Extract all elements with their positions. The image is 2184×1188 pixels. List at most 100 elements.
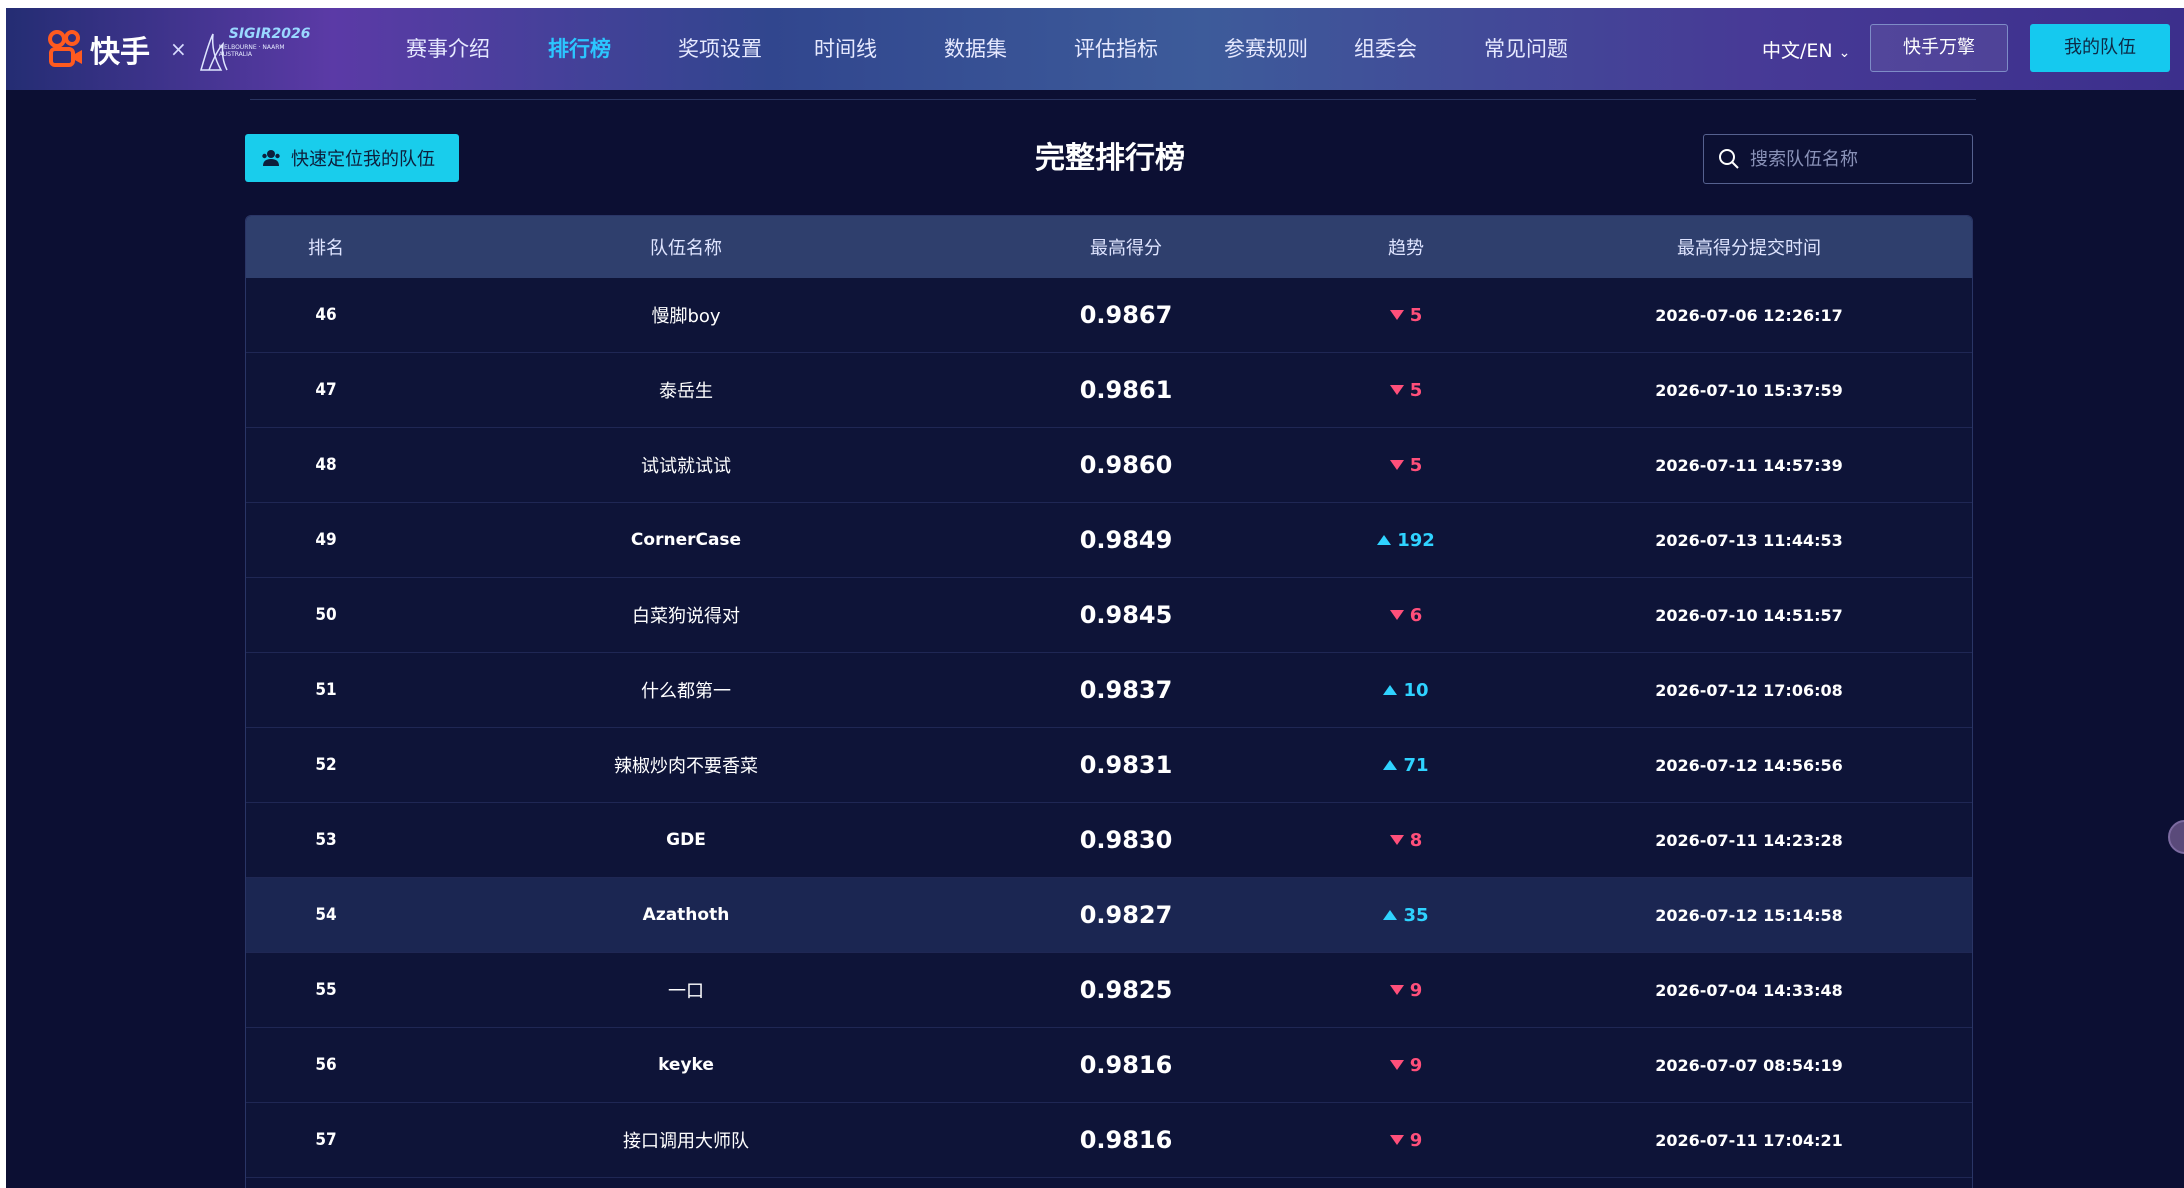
rank-cell: 48 xyxy=(315,455,337,475)
trend-value: 6 xyxy=(1409,604,1423,626)
trend-up-icon xyxy=(1383,760,1398,770)
team-name-cell: keyke xyxy=(658,1055,714,1075)
trend-down-icon xyxy=(1389,1060,1404,1070)
rank-cell: 49 xyxy=(315,530,337,550)
sigir-logo: SIGIR2026 MELBOURNE · NAARM AUSTRALIA xyxy=(199,24,311,74)
nav-committee[interactable]: 组委会 xyxy=(1354,8,1484,90)
submit-time-cell: 2026-07-11 14:57:39 xyxy=(1655,455,1843,475)
top-navigation-bar: 快手 × SIGIR2026 MELBOURNE · NAARM AUSTRAL… xyxy=(6,8,2184,90)
kwai-wanqing-button[interactable]: 快手万擎 xyxy=(1870,24,2008,72)
trend-value: 9 xyxy=(1409,1129,1423,1151)
trend-down-icon xyxy=(1389,1135,1404,1145)
col-score-header[interactable]: 最高得分 xyxy=(966,234,1286,260)
rank-cell: 56 xyxy=(315,1055,337,1075)
nav-dataset[interactable]: 数据集 xyxy=(944,8,1074,90)
rank-cell: 51 xyxy=(315,680,337,700)
locate-my-team-button[interactable]: 快速定位我的队伍 xyxy=(245,134,459,182)
nav-metrics[interactable]: 评估指标 xyxy=(1074,8,1224,90)
leaderboard-table: 排名 队伍名称 最高得分 趋势 最高得分提交时间 46 慢脚boy 0.9867 5 2… xyxy=(245,215,1973,1188)
score-cell: 0.9816 xyxy=(1079,1051,1173,1079)
brand-separator: × xyxy=(170,37,187,61)
nav-faq[interactable]: 常见问题 xyxy=(1484,8,1624,90)
submit-time-cell: 2026-07-10 14:51:57 xyxy=(1655,605,1843,625)
trend-up-icon xyxy=(1383,685,1398,695)
rank-cell: 53 xyxy=(315,830,337,850)
chevron-down-icon: ⌄ xyxy=(1838,45,1851,61)
score-cell: 0.9860 xyxy=(1079,451,1173,479)
rank-cell: 46 xyxy=(315,305,337,325)
rank-cell: 47 xyxy=(315,380,337,400)
team-search-box[interactable] xyxy=(1703,134,1973,184)
submit-time-cell: 2026-07-04 14:33:48 xyxy=(1655,980,1843,1000)
table-row[interactable]: 51 什么都第一 0.9837 10 2026-07-12 17:06:08 xyxy=(246,653,1972,728)
table-row[interactable]: 53 GDE 0.9830 8 2026-07-11 14:23:28 xyxy=(246,803,1972,878)
score-cell: 0.9849 xyxy=(1079,526,1173,554)
trend-value: 5 xyxy=(1409,304,1423,326)
trend-value: 8 xyxy=(1409,829,1423,851)
trend-cell: 8 xyxy=(1286,830,1526,851)
trend-cell: 10 xyxy=(1286,680,1526,701)
nav-awards[interactable]: 奖项设置 xyxy=(678,8,814,90)
trend-value: 35 xyxy=(1403,904,1429,926)
search-icon xyxy=(1719,149,1739,169)
table-row[interactable]: 57 接口调用大师队 0.9816 9 2026-07-11 17:04:21 xyxy=(246,1103,1972,1178)
trend-cell: 6 xyxy=(1286,605,1526,626)
rank-cell: 50 xyxy=(315,605,337,625)
table-row[interactable]: 50 白菜狗说得对 0.9845 6 2026-07-10 14:51:57 xyxy=(246,578,1972,653)
nav-rules[interactable]: 参赛规则 xyxy=(1224,8,1354,90)
language-label: 中文/EN xyxy=(1762,40,1833,62)
table-row[interactable]: 54 Azathoth 0.9827 35 2026-07-12 15:14:58 xyxy=(246,878,1972,953)
trend-cell: 71 xyxy=(1286,755,1526,776)
team-name-cell: 泰岳生 xyxy=(659,381,713,402)
trend-cell: 35 xyxy=(1286,905,1526,926)
col-time-header[interactable]: 最高得分提交时间 xyxy=(1526,234,1972,260)
scrolled-content-edge xyxy=(250,90,1976,100)
app-window: 快手 × SIGIR2026 MELBOURNE · NAARM AUSTRAL… xyxy=(6,8,2184,1188)
nav-leaderboard[interactable]: 排行榜 xyxy=(548,8,678,90)
table-row[interactable]: 49 CornerCase 0.9849 192 2026-07-13 11:44:53 xyxy=(246,503,1972,578)
rank-cell: 54 xyxy=(315,905,337,925)
search-input[interactable] xyxy=(1750,148,1950,170)
nav-intro[interactable]: 赛事介绍 xyxy=(406,8,548,90)
team-name-cell: CornerCase xyxy=(630,530,742,550)
nav-timeline[interactable]: 时间线 xyxy=(814,8,944,90)
score-cell: 0.9861 xyxy=(1079,376,1173,404)
table-body: 46 慢脚boy 0.9867 5 2026-07-06 12:26:17 47 泰岳生 0.… xyxy=(246,278,1972,1178)
col-rank-header[interactable]: 排名 xyxy=(246,234,406,260)
page-title: 完整排行榜 xyxy=(1035,141,1185,176)
trend-cell: 5 xyxy=(1286,380,1526,401)
main-nav: 赛事介绍 排行榜 奖项设置 时间线 数据集 评估指标 参赛规则 组委会 常见问题 xyxy=(406,8,1624,90)
score-cell: 0.9816 xyxy=(1079,1126,1173,1154)
trend-value: 5 xyxy=(1409,454,1423,476)
trend-value: 71 xyxy=(1403,754,1429,776)
table-row[interactable]: 55 一口 0.9825 9 2026-07-04 14:33:48 xyxy=(246,953,1972,1028)
submit-time-cell: 2026-07-10 15:37:59 xyxy=(1655,380,1843,400)
language-switch[interactable]: 中文/EN ⌄ xyxy=(1762,36,1850,63)
rank-cell: 57 xyxy=(315,1130,337,1150)
trend-value: 10 xyxy=(1403,679,1429,701)
floating-assistant-button[interactable] xyxy=(2168,820,2184,854)
submit-time-cell: 2026-07-12 15:14:58 xyxy=(1655,905,1843,925)
sigir-location: MELBOURNE · NAARM xyxy=(218,44,285,51)
locate-button-label: 快速定位我的队伍 xyxy=(291,149,435,170)
score-cell: 0.9825 xyxy=(1079,976,1173,1004)
col-trend-header[interactable]: 趋势 xyxy=(1286,234,1526,260)
table-header: 排名 队伍名称 最高得分 趋势 最高得分提交时间 xyxy=(246,216,1972,278)
col-team-header[interactable]: 队伍名称 xyxy=(406,234,966,260)
table-row[interactable]: 47 泰岳生 0.9861 5 2026-07-10 15:37:59 xyxy=(246,353,1972,428)
table-row[interactable]: 48 试试就试试 0.9860 5 2026-07-11 14:57:39 xyxy=(246,428,1972,503)
trend-down-icon xyxy=(1389,610,1404,620)
table-row[interactable]: 52 辣椒炒肉不要香菜 0.9831 71 2026-07-12 14:56:56 xyxy=(246,728,1972,803)
table-row[interactable]: 56 keyke 0.9816 9 2026-07-07 08:54:19 xyxy=(246,1028,1972,1103)
submit-time-cell: 2026-07-12 14:56:56 xyxy=(1655,755,1843,775)
submit-time-cell: 2026-07-11 17:04:21 xyxy=(1655,1130,1843,1150)
kuaishou-logo-icon xyxy=(48,30,82,67)
my-team-button[interactable]: 我的队伍 xyxy=(2030,24,2170,72)
trend-down-icon xyxy=(1389,460,1404,470)
score-cell: 0.9827 xyxy=(1079,901,1173,929)
table-row[interactable]: 46 慢脚boy 0.9867 5 2026-07-06 12:26:17 xyxy=(246,278,1972,353)
trend-cell: 9 xyxy=(1286,1130,1526,1151)
team-name-cell: 白菜狗说得对 xyxy=(632,606,740,627)
submit-time-cell: 2026-07-06 12:26:17 xyxy=(1655,305,1843,325)
brand-logo[interactable]: 快手 × SIGIR2026 MELBOURNE · NAARM AUSTRAL… xyxy=(46,24,311,74)
